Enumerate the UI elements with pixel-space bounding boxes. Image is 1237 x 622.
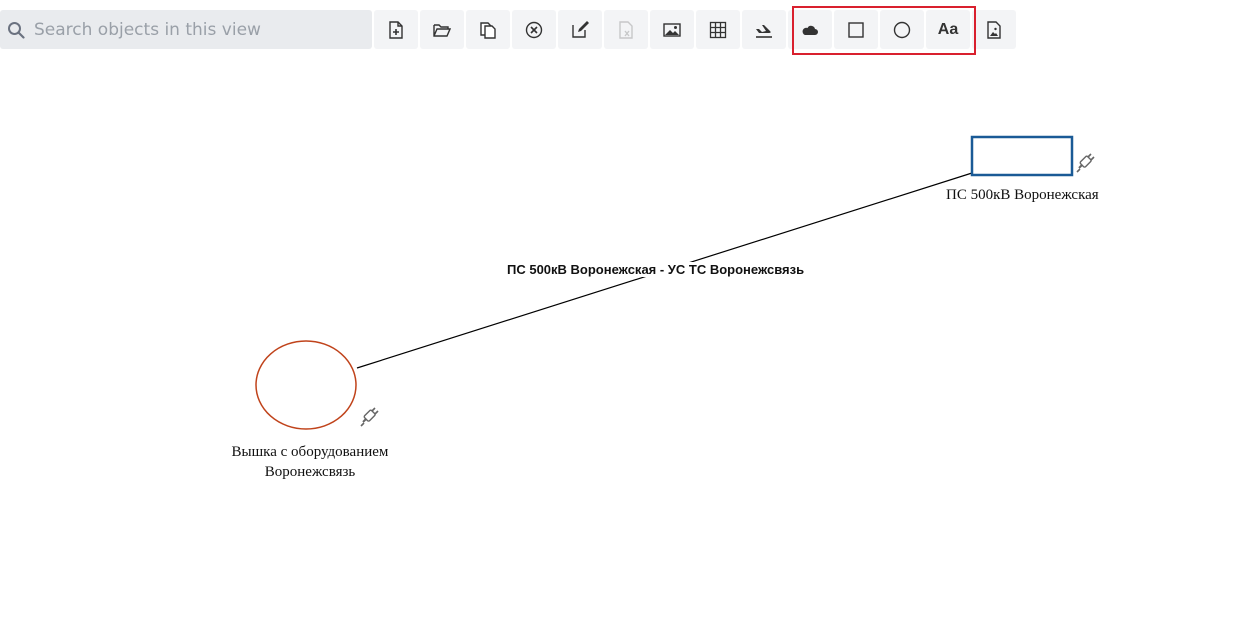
plug-icon[interactable] (1076, 153, 1095, 173)
tower-node[interactable] (255, 340, 357, 430)
diagram-canvas[interactable]: ПС 500кВ Воронежская - УС ТС Воронежсвяз… (0, 60, 1237, 622)
image-icon (663, 22, 681, 37)
rectangle-shape-button[interactable] (834, 10, 878, 49)
delete-button[interactable] (512, 10, 556, 49)
plug-icon[interactable] (360, 407, 379, 427)
diagram-svg (255, 135, 1095, 430)
substation-node[interactable] (970, 135, 1074, 177)
search-box (0, 10, 372, 49)
image-document-button[interactable] (972, 10, 1016, 49)
search-input[interactable] (34, 10, 364, 49)
open-folder-icon (433, 23, 451, 37)
cloud-shape-button[interactable] (788, 10, 832, 49)
cloud-icon (802, 25, 818, 35)
new-document-button[interactable] (374, 10, 418, 49)
tower-label-line1: Вышка с оборудованием (231, 444, 389, 460)
duplicate-button[interactable] (466, 10, 510, 49)
excel-export-button[interactable] (604, 10, 648, 49)
circle-shape-button[interactable] (880, 10, 924, 49)
text-button[interactable]: Aa (926, 10, 970, 49)
edit-button[interactable] (558, 10, 602, 49)
copy-icon (480, 21, 496, 39)
tower-label-line2: Воронежсвязь (264, 463, 356, 480)
open-button[interactable] (420, 10, 464, 49)
tower-label: Вышка с оборудованием Воронежсвязь (210, 443, 410, 482)
rectangle-icon (848, 21, 864, 38)
table-button[interactable] (696, 10, 740, 49)
text-icon: Aa (937, 20, 959, 38)
substation-label: ПС 500кВ Воронежская (946, 187, 1099, 203)
edit-icon (572, 20, 589, 38)
flight-icon (756, 24, 772, 38)
file-image-icon (987, 20, 1001, 39)
grid-icon (709, 21, 727, 38)
new-file-icon (389, 20, 403, 39)
insert-image-button[interactable] (650, 10, 694, 49)
connection-label: ПС 500кВ Воронежская - УС ТС Воронежсвяз… (504, 262, 808, 277)
circle-icon (893, 21, 911, 38)
flight-button[interactable] (742, 10, 786, 49)
search-icon (8, 22, 25, 39)
delete-icon (525, 21, 543, 38)
excel-export-icon (619, 20, 633, 39)
